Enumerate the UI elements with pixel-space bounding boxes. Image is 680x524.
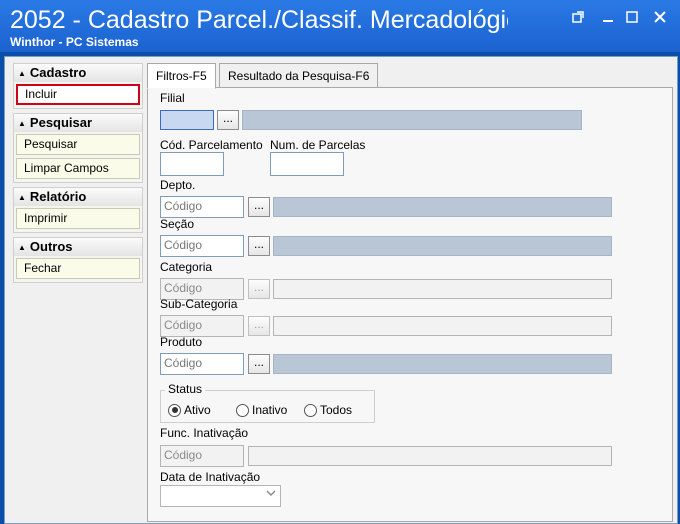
- maximize-icon[interactable]: [620, 8, 644, 28]
- depto-description: [273, 197, 612, 217]
- radio-label: Todos: [320, 403, 353, 417]
- collapse-icon: ▲: [18, 193, 26, 202]
- group-cadastro: ▲ Cadastro Incluir: [13, 63, 143, 109]
- secao-description: [273, 236, 612, 256]
- collapse-icon: ▲: [18, 119, 26, 128]
- window-subtitle: Winthor - PC Sistemas: [10, 35, 139, 49]
- group-header-relatorio[interactable]: ▲ Relatório: [14, 188, 142, 206]
- collapse-icon: ▲: [18, 69, 26, 78]
- group-header-pesquisar[interactable]: ▲ Pesquisar: [14, 114, 142, 132]
- func-inativacao-input: Código: [160, 445, 244, 467]
- fechar-button[interactable]: Fechar: [16, 258, 140, 279]
- produto-description: [273, 354, 612, 374]
- produto-label: Produto: [160, 335, 203, 349]
- group-outros: ▲ Outros Fechar: [13, 237, 143, 283]
- filters-panel: Filial ... Cód. Parcelamento Num. de Par…: [147, 87, 673, 522]
- produto-input[interactable]: Código: [160, 353, 244, 375]
- limpar-campos-button[interactable]: Limpar Campos: [16, 158, 140, 179]
- tab-resultado-pesquisa[interactable]: Resultado da Pesquisa-F6: [219, 63, 379, 89]
- produto-lookup-button[interactable]: ...: [248, 354, 270, 374]
- status-label: Status: [165, 382, 206, 396]
- close-icon[interactable]: [648, 8, 672, 28]
- status-ativo-radio[interactable]: Ativo: [168, 403, 211, 417]
- window-title: 2052 - Cadastro Parcel./Classif. Mercado…: [10, 6, 508, 34]
- chevron-down-icon: [266, 488, 276, 501]
- depto-label: Depto.: [160, 178, 196, 192]
- group-header-outros[interactable]: ▲ Outros: [14, 238, 142, 256]
- tab-filtros[interactable]: Filtros-F5: [147, 63, 216, 89]
- radio-label: Inativo: [252, 403, 288, 417]
- secao-label: Seção: [160, 217, 195, 231]
- func-inativacao-label: Func. Inativação: [160, 426, 249, 440]
- group-pesquisar: ▲ Pesquisar Pesquisar Limpar Campos: [13, 113, 143, 183]
- data-inativacao-label: Data de Inativação: [160, 470, 261, 484]
- group-label: Cadastro: [29, 65, 87, 80]
- radio-label: Ativo: [184, 403, 211, 417]
- group-label: Pesquisar: [29, 115, 93, 130]
- secao-lookup-button[interactable]: ...: [248, 236, 270, 256]
- depto-input[interactable]: Código: [160, 196, 244, 218]
- pesquisar-button[interactable]: Pesquisar: [16, 134, 140, 155]
- radio-unchecked-icon: [236, 403, 249, 417]
- incluir-button[interactable]: Incluir: [16, 84, 140, 105]
- minimize-icon[interactable]: [596, 8, 620, 28]
- data-inativacao-picker[interactable]: [160, 485, 281, 507]
- action-sidebar: ▲ Cadastro Incluir ▲ Pesquisar Pesquisar L…: [13, 63, 143, 287]
- group-label: Outros: [29, 239, 73, 254]
- secao-input[interactable]: Código: [160, 235, 244, 257]
- subcategoria-input: Código: [160, 315, 244, 337]
- subcategoria-label: Sub-Categoria: [160, 297, 238, 311]
- categoria-lookup-button: ...: [248, 279, 270, 299]
- cod-parcelamento-input[interactable]: [160, 152, 224, 176]
- filial-label: Filial: [160, 91, 185, 105]
- filial-lookup-button[interactable]: ...: [217, 110, 239, 130]
- filial-input[interactable]: [160, 110, 214, 130]
- num-parcelas-label: Num. de Parcelas: [270, 138, 366, 152]
- title-bar: 2052 - Cadastro Parcel./Classif. Mercado…: [0, 0, 680, 52]
- categoria-label: Categoria: [160, 260, 213, 274]
- restore-icon[interactable]: [566, 8, 590, 28]
- group-relatorio: ▲ Relatório Imprimir: [13, 187, 143, 233]
- cod-parcelamento-label: Cód. Parcelamento: [160, 138, 263, 152]
- categoria-description: [273, 279, 612, 299]
- status-inativo-radio[interactable]: Inativo: [236, 403, 287, 417]
- num-parcelas-input[interactable]: [270, 152, 344, 176]
- subcategoria-lookup-button: ...: [248, 316, 270, 336]
- group-header-cadastro[interactable]: ▲ Cadastro: [14, 64, 142, 82]
- depto-lookup-button[interactable]: ...: [248, 197, 270, 217]
- group-label: Relatório: [29, 189, 87, 204]
- subcategoria-description: [273, 316, 612, 336]
- imprimir-button[interactable]: Imprimir: [16, 208, 140, 229]
- collapse-icon: ▲: [18, 243, 26, 252]
- func-inativacao-description: [248, 446, 612, 466]
- radio-checked-icon: [168, 403, 181, 417]
- main-window: ▲ Cadastro Incluir ▲ Pesquisar Pesquisar L…: [4, 56, 678, 524]
- filial-description: [242, 110, 582, 130]
- status-todos-radio[interactable]: Todos: [304, 403, 352, 417]
- radio-unchecked-icon: [304, 403, 317, 417]
